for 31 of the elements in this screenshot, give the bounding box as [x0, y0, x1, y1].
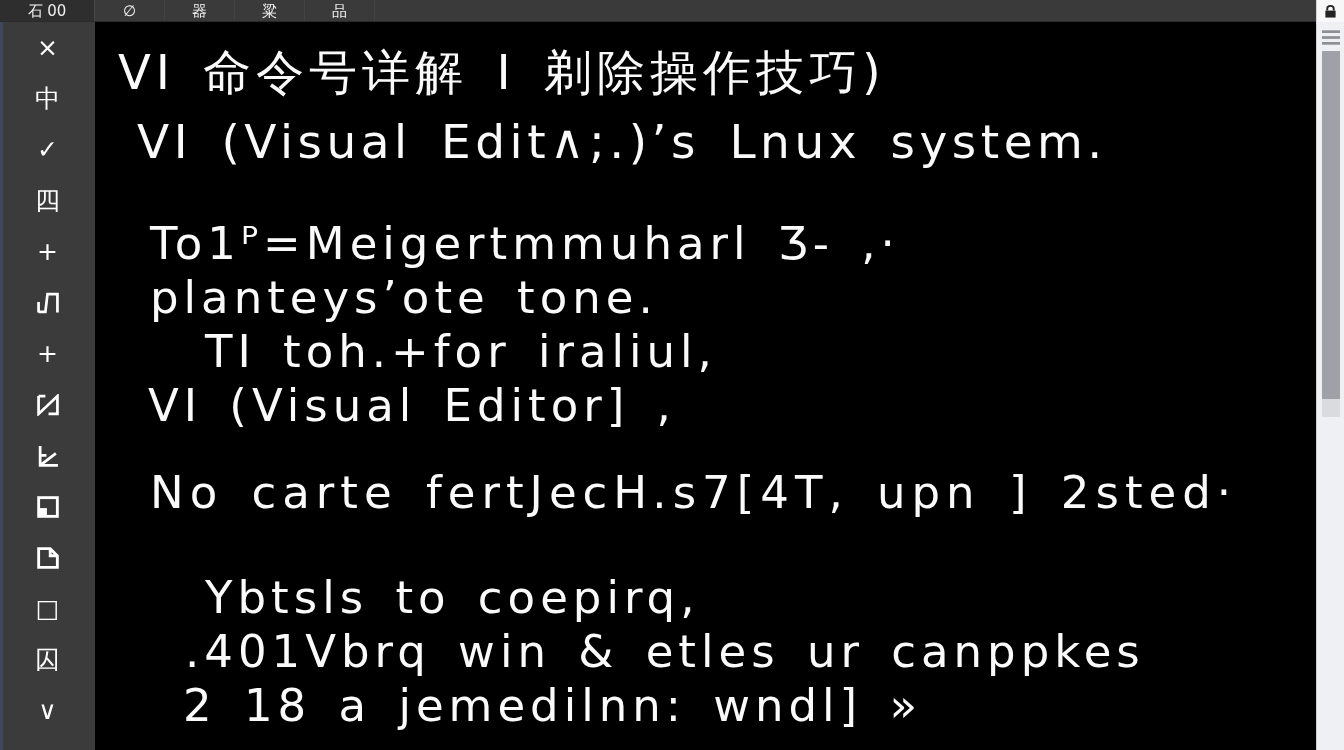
corner-square-icon[interactable]	[36, 495, 59, 518]
tool-button[interactable]: ×	[35, 32, 60, 63]
text-line: Ybtsls to coepirq,	[205, 571, 700, 625]
tool-button[interactable]: 囚	[33, 644, 62, 675]
tool-button[interactable]: 中	[33, 83, 62, 114]
text-line: No carte fertJecH.s7[4T, upn ] 2sted·	[150, 466, 1238, 520]
toolbar-button[interactable]: ∅	[120, 1, 139, 20]
toolbar-button[interactable]: 器	[190, 1, 209, 20]
toolbar-button[interactable]: 品	[330, 1, 349, 20]
lock-icon[interactable]	[1324, 4, 1337, 18]
tool-button[interactable]: +	[35, 236, 60, 267]
slashed-box-icon[interactable]	[36, 393, 59, 416]
document-title: VI 命令号详解 I 剃除操作技巧)	[118, 43, 886, 102]
tool-button[interactable]: 四	[33, 185, 62, 216]
text-line: planteys’ote tone.	[150, 271, 658, 325]
text-line: .401Vbrq win & etles ur canppkes	[185, 625, 1145, 679]
tool-button[interactable]: ∨	[36, 695, 59, 726]
grip-icon[interactable]	[1321, 30, 1340, 45]
toolbar-label: 石 00	[27, 1, 67, 20]
scroll-thumb[interactable]	[1321, 51, 1340, 417]
hook-icon[interactable]	[36, 291, 59, 314]
tool-button[interactable]: ✓	[35, 134, 60, 165]
angle-icon[interactable]	[36, 444, 59, 467]
toolbar-button[interactable]: 粱	[260, 1, 279, 20]
text-line: To1ᴾ=Meigertmmuharl Ʒ- ,·	[150, 217, 900, 271]
text-line: VI (Visual Edit∧;.)’s Lnux system.	[137, 113, 1107, 171]
text-line: TI toh.+for iraliul,	[205, 325, 717, 379]
tool-button[interactable]: □	[33, 593, 62, 624]
text-line: VI (Visual Editor] ,	[148, 379, 676, 433]
text-line: 2 18 a jemedilnn: wndl] »	[183, 679, 922, 733]
tool-button[interactable]: +	[35, 338, 60, 369]
